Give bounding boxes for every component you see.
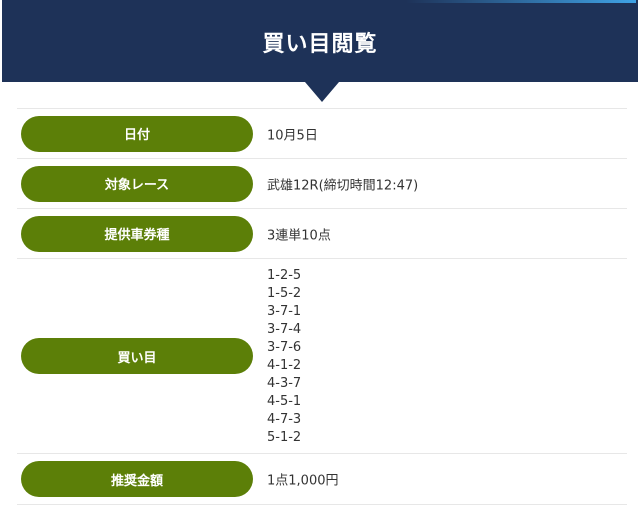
label-bets: 買い目 xyxy=(21,338,253,374)
bet-item: 3-7-4 xyxy=(267,322,302,337)
page-title: 買い目閲覧 xyxy=(262,32,378,57)
bet-item: 4-3-7 xyxy=(267,376,302,391)
bet-item: 1-2-5 xyxy=(267,268,302,283)
value-date: 10月5日 xyxy=(267,128,318,143)
header-accent-line xyxy=(406,0,636,3)
row-target-race: 対象レース 武雄12R(締切時間12:47) xyxy=(17,159,627,209)
row-ticket-type: 提供車券種 3連単10点 xyxy=(17,209,627,259)
page-header: 買い目閲覧 xyxy=(2,0,638,82)
bet-item: 3-7-1 xyxy=(267,304,302,319)
bets-list: 1-2-5 1-5-2 3-7-1 3-7-4 3-7-6 4-1-2 4-3-… xyxy=(267,267,301,447)
label-date: 日付 xyxy=(21,115,253,152)
header-pointer-arrow xyxy=(305,82,339,102)
bet-item: 4-7-3 xyxy=(267,412,302,427)
row-recommended-amount: 推奨金額 1点1,000円 xyxy=(17,454,627,505)
value-recommended-amount: 1点1,000円 xyxy=(267,473,339,489)
bet-info-table: 日付 10月5日 対象レース 武雄12R(締切時間12:47) 提供車券種 3連… xyxy=(17,108,627,505)
value-target-race: 武雄12R(締切時間12:47) xyxy=(267,178,419,193)
bet-item: 4-5-1 xyxy=(267,394,302,409)
label-ticket-type: 提供車券種 xyxy=(21,215,253,252)
row-bets: 買い目 1-2-5 1-5-2 3-7-1 3-7-4 3-7-6 4-1-2 … xyxy=(17,259,627,454)
bet-item: 5-1-2 xyxy=(267,430,302,445)
label-target-race: 対象レース xyxy=(21,165,253,202)
bet-item: 4-1-2 xyxy=(267,358,302,373)
label-recommended-amount: 推奨金額 xyxy=(21,461,253,497)
row-date: 日付 10月5日 xyxy=(17,108,627,159)
bet-item: 3-7-6 xyxy=(267,340,302,355)
bet-item: 1-5-2 xyxy=(267,286,302,301)
value-ticket-type: 3連単10点 xyxy=(267,228,331,243)
